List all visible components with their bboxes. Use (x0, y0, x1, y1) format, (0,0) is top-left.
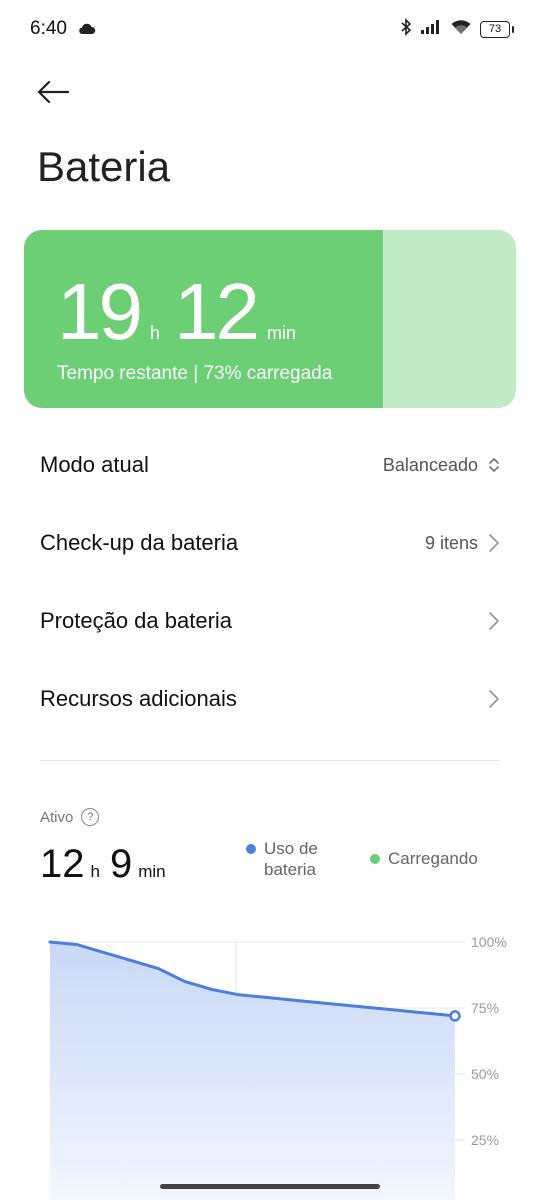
legend-charging-label: Carregando (388, 849, 478, 868)
minutes-unit: min (266, 323, 296, 343)
chevron-right-icon (489, 534, 499, 552)
current-mode-label: Modo atual (40, 452, 149, 477)
active-hours: 12 (40, 842, 85, 886)
legend-usage-line2: bateria (264, 860, 316, 879)
cloud-icon (78, 22, 96, 40)
active-minutes: 9 (109, 842, 133, 886)
bluetooth-icon (400, 18, 412, 41)
legend-charging: Carregando (370, 848, 478, 869)
wifi-icon (450, 19, 472, 40)
status-time: 6:40 (30, 18, 67, 39)
battery-card: 19 h 12 min Tempo restante | 73% carrega… (24, 230, 516, 408)
remaining-hours: 19 (57, 267, 143, 356)
y-tick-label: 25% (471, 1132, 499, 1148)
additional-features-row[interactable]: Recursos adicionais (0, 663, 540, 735)
current-level-point (449, 1010, 461, 1022)
battery-checkup-row[interactable]: Check-up da bateria 9 itens (0, 507, 540, 579)
battery-protection-label: Proteção da bateria (40, 608, 233, 633)
additional-features-label: Recursos adicionais (40, 686, 237, 711)
home-indicator (160, 1184, 380, 1189)
battery-checkup-label: Check-up da bateria (40, 530, 239, 555)
battery-checkup-value: 9 itens (424, 532, 478, 553)
y-tick-label: 50% (471, 1066, 499, 1082)
active-label-text: Ativo (40, 808, 74, 826)
remaining-subtitle: Tempo restante | 73% carregada (57, 363, 333, 384)
unfold-icon (489, 458, 499, 472)
y-tick-label: 100% (471, 934, 507, 950)
divider (40, 760, 500, 761)
legend-usage-line1: Uso de (264, 839, 318, 858)
active-minutes-unit: min (138, 862, 166, 881)
remaining-minutes: 12 (174, 267, 260, 356)
back-button[interactable] (36, 74, 76, 110)
battery-protection-row[interactable]: Proteção da bateria (0, 585, 540, 657)
signal-icon (420, 19, 442, 40)
current-mode-value: Balanceado (382, 454, 478, 475)
chevron-right-icon (489, 612, 499, 630)
page-title: Bateria (37, 143, 171, 190)
status-icons: 73 (400, 18, 514, 41)
current-mode-row[interactable]: Modo atual Balanceado (0, 429, 540, 501)
legend-dot-green (370, 854, 380, 864)
arrow-left-icon (37, 80, 70, 104)
hours-unit: h (149, 323, 160, 343)
help-icon[interactable]: ? (81, 808, 100, 826)
battery-icon: 73 (480, 21, 514, 38)
legend-dot-blue (246, 844, 256, 854)
chevron-right-icon (489, 690, 499, 708)
usage-area (50, 942, 455, 1200)
battery-usage-chart: 100% 75% 50% 25% (48, 934, 507, 1200)
active-label: Ativo ? (40, 808, 100, 826)
y-tick-label: 75% (471, 1000, 499, 1016)
legend-battery-usage: Uso de bateria (246, 838, 318, 880)
active-hours-unit: h (90, 862, 100, 881)
remaining-time: 19 h 12 min (57, 272, 310, 352)
active-time: 12 h 9 min (40, 842, 176, 887)
